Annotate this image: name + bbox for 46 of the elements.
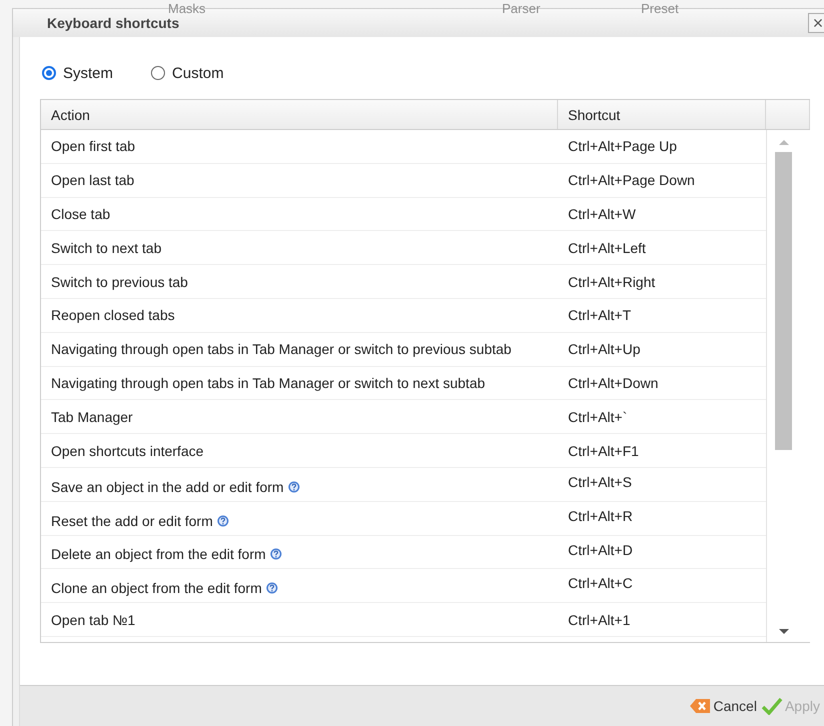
help-icon[interactable] [266, 582, 278, 594]
help-icon[interactable] [216, 514, 229, 527]
table-cell: Reset the add or edit form [41, 502, 558, 535]
table-cell-text: Close tab [50, 204, 112, 224]
cancel-button[interactable]: Cancel [689, 695, 757, 717]
table-cell: Clone an object from the edit form [41, 569, 558, 602]
table-cell-text: Reopen closed tabs [50, 306, 176, 326]
table-cell-text: Tab Manager [50, 408, 134, 427]
table-cell: Delete an object from the edit form [41, 536, 558, 568]
radio-option[interactable]: Custom [151, 63, 224, 83]
background-tab-label: Preset [641, 1, 679, 16]
close-icon [689, 697, 712, 715]
dialog-title: Keyboard shortcuts [47, 15, 180, 31]
table-cell-text: Ctrl+Alt+F1 [567, 442, 640, 461]
table-cell-text: Open first tab [50, 137, 136, 156]
table-cell-text: Ctrl+Alt+1 [567, 610, 632, 630]
background-tab-label: Parser [502, 1, 540, 16]
table-cell-text: Ctrl+Alt+` [567, 408, 628, 427]
table-cell-text: Switch to previous tab [50, 272, 189, 292]
table-cell-text: Ctrl+Alt+D [567, 540, 634, 560]
table-cell-text: Ctrl+Alt+T [567, 306, 632, 326]
table-cell-text: Ctrl+Alt+Right [567, 272, 656, 292]
help-icon[interactable] [288, 480, 300, 493]
table-cell-text: Switch to next tab [50, 238, 163, 258]
table-cell-text: Ctrl+Alt+Page Up [567, 137, 678, 156]
table-cell-text: Ctrl+Alt+Left [567, 238, 647, 258]
table-cell: Save an object in the add or edit form [41, 468, 558, 501]
table-cell-text: Ctrl+Alt+W [567, 204, 637, 224]
table-cell-text: Navigating through open tabs in Tab Manager or switch to next subtab [50, 374, 486, 393]
background-tab-label: Masks [168, 1, 206, 16]
table-cell-text: Open last tab [50, 171, 136, 190]
radio-option[interactable]: System [42, 63, 114, 83]
table-cell-text: Ctrl+Alt+S [567, 472, 633, 492]
table-cell-text: Navigating through open tabs in Tab Manager or switch to previous subtab [50, 340, 512, 360]
column-header[interactable]: Shortcut [558, 100, 766, 129]
check-icon [760, 697, 783, 715]
table-cell-text: Ctrl+Alt+Page Down [567, 171, 696, 190]
table-cell-text: Ctrl+Alt+R [567, 506, 634, 526]
table-cell-text: Ctrl+Alt+C [567, 574, 634, 594]
table-cell-text: Ctrl+Alt+Up [567, 340, 642, 360]
column-header[interactable]: Action [41, 100, 558, 129]
close-button[interactable]: × [808, 13, 824, 33]
table-cell-text: Ctrl+Alt+Down [567, 374, 660, 393]
table-cell-text: Open tab №1 [50, 610, 136, 630]
help-icon[interactable] [270, 548, 282, 560]
table-cell-text: Open shortcuts interface [50, 442, 205, 461]
